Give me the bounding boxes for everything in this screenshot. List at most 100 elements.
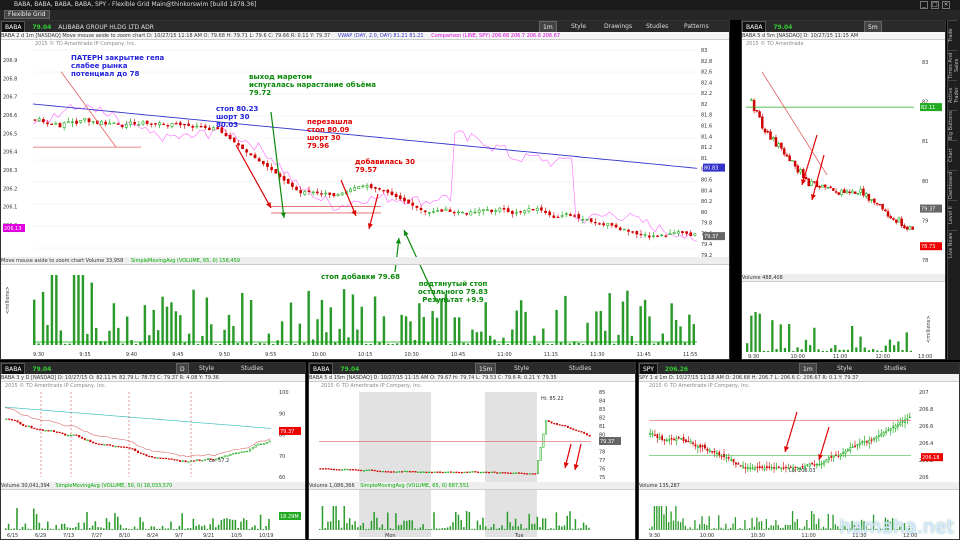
price-candle xyxy=(864,193,868,197)
symbol-field[interactable]: BABA xyxy=(1,21,26,32)
price-candle xyxy=(899,422,902,426)
drawings-menu[interactable]: Drawings xyxy=(604,21,632,32)
right-price-tick: 77 xyxy=(599,458,605,464)
volume-bar xyxy=(198,524,200,530)
bottom-15m-price-chart[interactable]: 8584838281807978777675Hi: 85.2279.37MonT… xyxy=(309,382,635,539)
volume-bar xyxy=(476,520,479,530)
price-candle xyxy=(327,468,330,470)
volume-bar xyxy=(441,528,443,530)
price-candle xyxy=(493,471,496,473)
volume-bar xyxy=(842,349,845,352)
volume-bar xyxy=(351,524,354,530)
studies-menu[interactable]: Studies xyxy=(884,363,906,374)
price-candle xyxy=(804,177,808,180)
volume-bar xyxy=(5,528,7,530)
studies-menu[interactable]: Studies xyxy=(569,363,591,374)
time-tick: 7/27 xyxy=(91,533,102,539)
sidebar-tab-active-trader[interactable]: Active Trader xyxy=(948,80,960,110)
style-menu[interactable]: Style xyxy=(514,363,529,374)
volume-bar xyxy=(713,527,715,530)
style-menu[interactable]: Style xyxy=(199,363,214,374)
price-candle xyxy=(771,137,775,140)
style-menu[interactable]: Style xyxy=(837,363,852,374)
volume-bar xyxy=(563,525,566,530)
timeframe-button[interactable]: 15m xyxy=(475,363,497,374)
price-candle xyxy=(44,430,47,432)
volume-bar xyxy=(164,528,167,530)
volume-bar xyxy=(533,335,536,345)
price-candle xyxy=(463,471,466,474)
price-candle xyxy=(689,232,693,237)
maximize-button[interactable]: □ xyxy=(931,1,939,9)
price-candle xyxy=(897,423,899,427)
volume-bar xyxy=(818,518,820,530)
volume-bar xyxy=(49,528,52,530)
timeframe-button[interactable]: 1m xyxy=(539,21,557,32)
volume-bar xyxy=(672,520,675,530)
volume-bar xyxy=(112,303,116,345)
minimize-button[interactable]: _ xyxy=(920,1,928,9)
price-candle xyxy=(654,434,656,436)
timeframe-button[interactable]: 1m xyxy=(799,363,817,374)
volume-bar xyxy=(639,306,642,345)
volume-bar xyxy=(453,317,456,345)
volume-bar xyxy=(223,518,225,530)
price-candle xyxy=(785,154,789,157)
volume-bar xyxy=(533,523,536,530)
close-button[interactable]: × xyxy=(942,1,950,9)
symbol-field[interactable]: BABA xyxy=(742,21,767,32)
volume-bar xyxy=(444,528,446,530)
right-price-tick: 82.6 xyxy=(701,70,712,76)
price-candle xyxy=(193,460,195,462)
volume-bar xyxy=(41,528,43,530)
sidebar-tab-big-buttons[interactable]: Big Buttons xyxy=(948,110,957,140)
price-candle xyxy=(260,443,263,445)
volume-bar xyxy=(68,343,71,345)
watermark-logo: hamaha.net xyxy=(839,516,954,538)
timeframe-button[interactable]: 5m xyxy=(864,21,882,32)
right-top-price-chart[interactable]: 83828180797882.1179.3778.739:30 10:00 11:0… xyxy=(742,40,945,359)
market-exit-annotation: выход маретом испугалась нарастание объё… xyxy=(249,73,376,97)
timeframe-button[interactable]: D xyxy=(176,363,189,374)
sidebar-tab-trade[interactable]: Trade xyxy=(948,20,957,50)
price-candle xyxy=(332,193,336,196)
volume-bar xyxy=(682,518,684,530)
price-candle xyxy=(502,208,506,210)
price-candle xyxy=(61,432,64,435)
volume-bar xyxy=(741,528,744,530)
price-candle xyxy=(469,211,473,216)
flexible-grid-button[interactable]: Flexible Grid xyxy=(4,10,50,19)
volume-bar xyxy=(813,513,815,530)
sidebar-tab-dashboard[interactable]: Dashboard xyxy=(948,170,957,200)
volume-bar xyxy=(55,524,57,530)
window-title-bar: BABA, BABA, BABA, BABA, SPY - Flexible G… xyxy=(0,0,960,10)
volume-bar xyxy=(471,528,473,530)
price-candle xyxy=(496,472,499,474)
volume-header-row: Volume 30,041,394 SimpleMovingAvg (VOLUM… xyxy=(1,482,305,490)
sidebar-tab-live-news[interactable]: Live News xyxy=(948,230,957,260)
symbol-field[interactable]: SPY xyxy=(639,363,658,374)
price-candle xyxy=(156,457,159,459)
bottom-daily-price-chart[interactable]: 10090807060Lo: 57.279.3718.29M6/15 6/29 7/… xyxy=(1,382,305,539)
studies-menu[interactable]: Studies xyxy=(241,363,263,374)
symbol-field[interactable]: BABA xyxy=(1,363,26,374)
volume-header: Volume 30,041,394 xyxy=(1,483,50,489)
price-candle xyxy=(422,471,425,473)
price-candle xyxy=(908,226,912,230)
price-candle xyxy=(540,207,543,211)
volume-bar xyxy=(69,527,71,530)
symbol-field[interactable]: BABA xyxy=(309,363,334,374)
chart-header-row: BABA 2 d 1m [NASDAQ] Move mouse aside to… xyxy=(1,32,729,40)
sidebar-tab-level-ii[interactable]: Level II xyxy=(948,200,957,230)
volume-bar xyxy=(187,333,191,345)
price-candle xyxy=(856,193,860,195)
right-price-tick: 81.2 xyxy=(701,145,712,151)
price-candle xyxy=(109,444,111,446)
studies-menu[interactable]: Studies xyxy=(646,21,668,32)
sidebar-tab-chart[interactable]: Chart xyxy=(948,140,957,170)
volume-bar xyxy=(559,342,563,345)
style-menu[interactable]: Style xyxy=(571,21,586,32)
sidebar-tab-times-and-sales[interactable]: Times And Sales xyxy=(948,50,960,80)
patterns-menu[interactable]: Patterns xyxy=(684,21,709,32)
price-candle xyxy=(145,120,149,124)
